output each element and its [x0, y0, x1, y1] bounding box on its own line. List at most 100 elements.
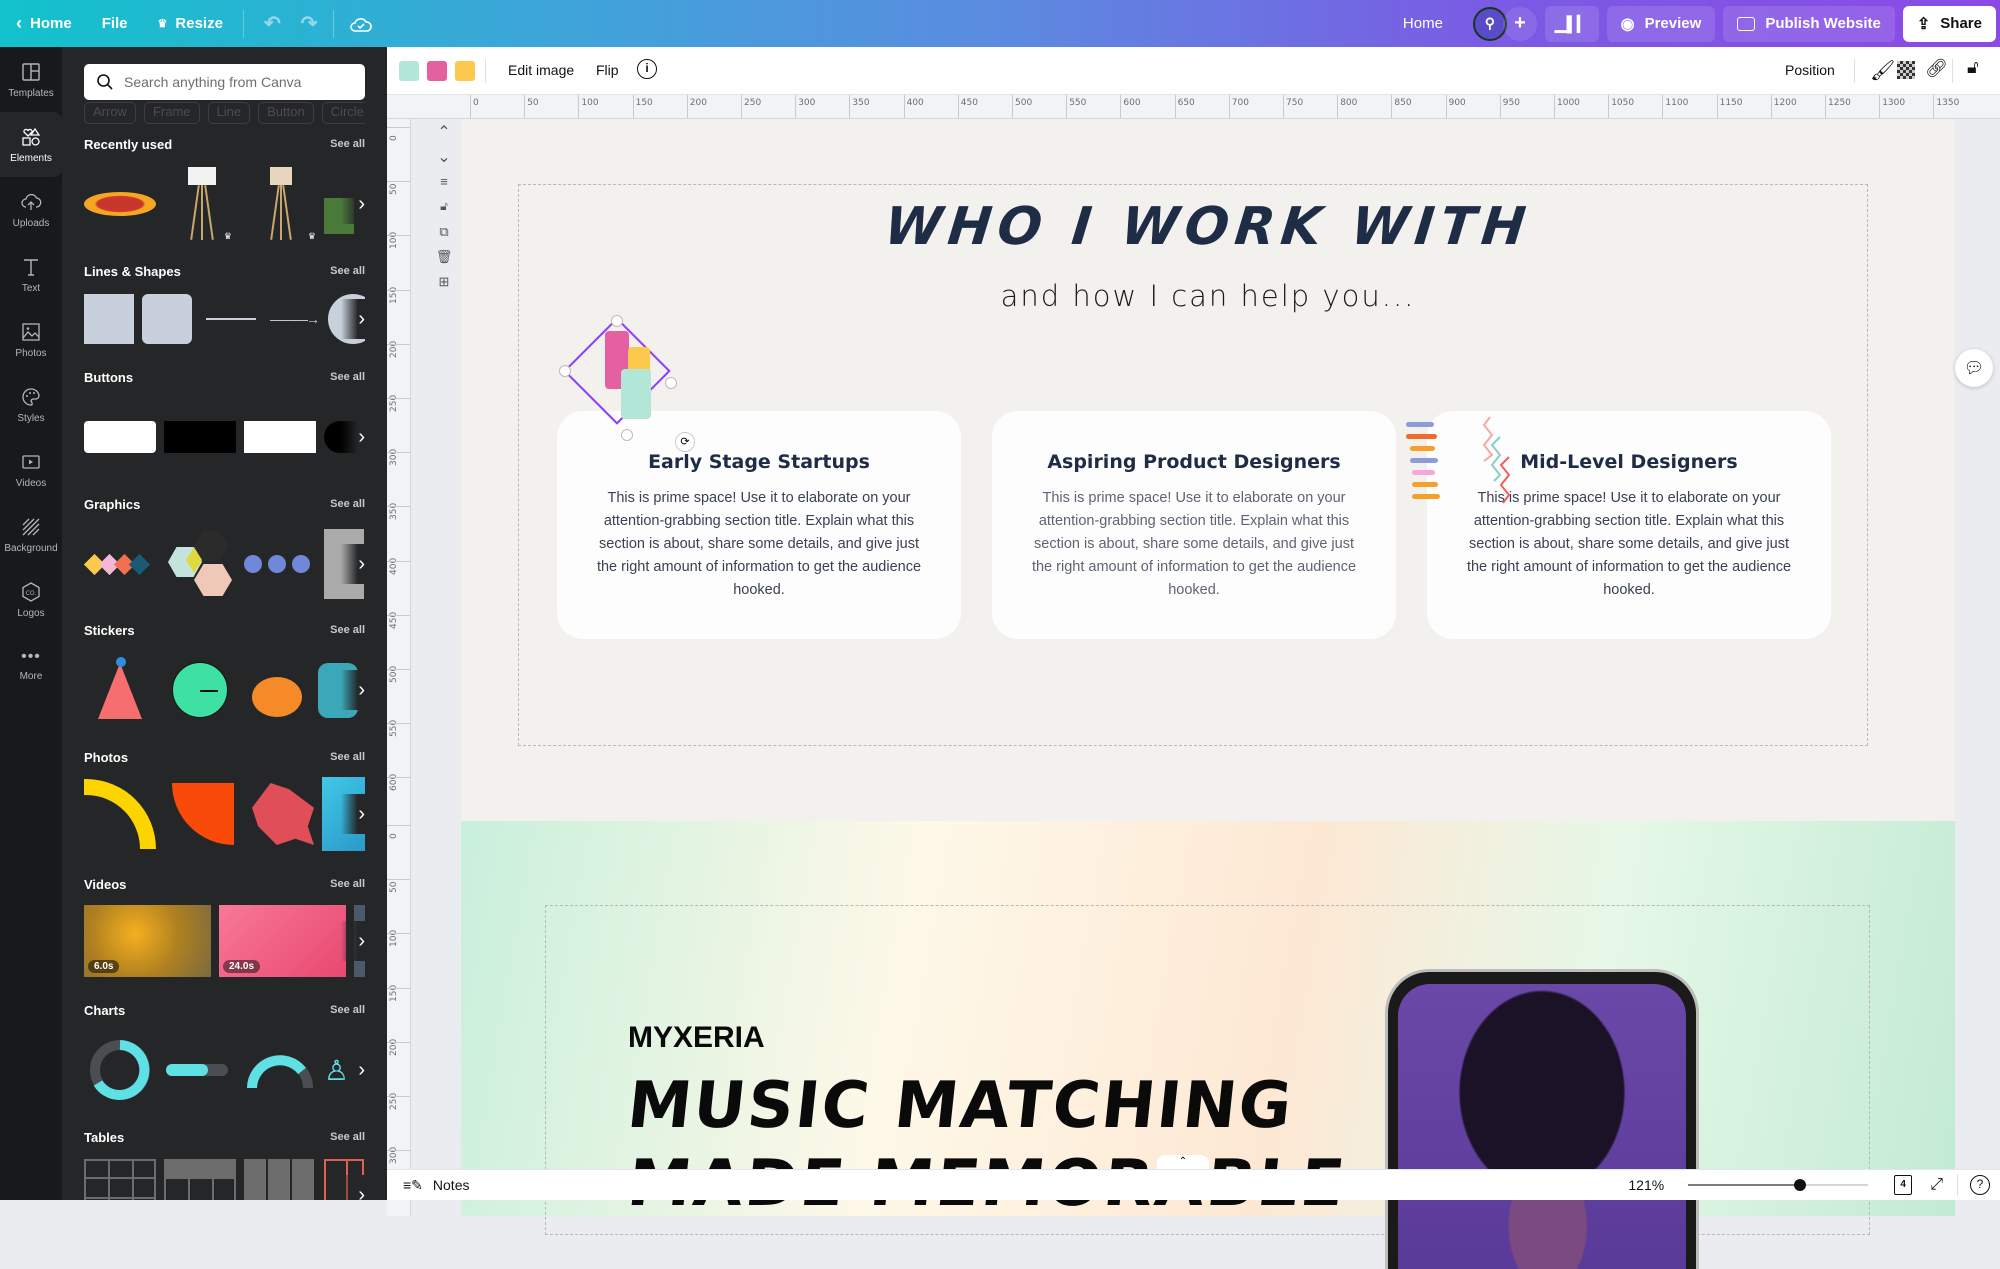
link-icon[interactable]: 🔗︎ [1925, 58, 1948, 79]
chip[interactable]: Button [258, 102, 314, 124]
add-comment-button[interactable]: 💬︎ [1955, 349, 1993, 387]
line-shape[interactable] [206, 318, 256, 320]
page-myxeria[interactable]: MYXERIA MUSIC MATCHING MADE MEMORABLE [461, 821, 1955, 1269]
resize-button[interactable]: ♛ Resize [158, 15, 223, 32]
see-all-link[interactable]: See all [330, 878, 365, 890]
page-count-button[interactable]: 4 [1894, 1175, 1913, 1195]
scroll-right-button[interactable]: › [341, 299, 365, 339]
see-all-link[interactable]: See all [330, 371, 365, 383]
redo-button[interactable]: ↷ [301, 11, 318, 36]
color-swatch[interactable] [455, 61, 475, 81]
scroll-right-button[interactable]: › [341, 670, 365, 710]
floor-lamp-thumbnail[interactable]: ♛ [244, 166, 316, 242]
fullscreen-icon[interactable]: ⤢ [1930, 1176, 1943, 1194]
zoom-slider[interactable] [1688, 1178, 1869, 1192]
add-collaborator-button[interactable]: + [1502, 6, 1537, 41]
video-thumbnail[interactable]: 6.0s [84, 905, 211, 977]
resize-handle[interactable] [665, 377, 677, 389]
chip[interactable]: Arrow [84, 102, 136, 124]
expand-notes-tab[interactable]: ⌃ [1157, 1155, 1209, 1169]
resize-handle[interactable] [611, 315, 623, 327]
hexagons-graphic[interactable] [164, 529, 236, 599]
share-button[interactable]: ⇪ Share [1902, 5, 1996, 42]
see-all-link[interactable]: See all [330, 1131, 365, 1143]
insights-button[interactable]: ▁▌▎ [1544, 5, 1599, 42]
zoom-slider-handle[interactable] [1793, 1179, 1806, 1191]
hero-headline-line1[interactable]: MUSIC MATCHING [624, 1069, 1297, 1143]
video-thumbnail[interactable]: 24.0s [219, 905, 346, 977]
transparency-icon[interactable] [1897, 61, 1915, 79]
delete-page-button[interactable]: 🗑︎ [432, 244, 456, 269]
yellow-arc-photo[interactable] [84, 779, 156, 849]
rail-item-templates[interactable]: Templates [0, 47, 62, 112]
rounded-square-shape[interactable] [142, 294, 192, 344]
rail-item-styles[interactable]: Styles [0, 372, 62, 437]
rail-item-background[interactable]: Background [0, 502, 62, 567]
scroll-right-button[interactable]: › [341, 544, 365, 584]
rail-item-logos[interactable]: CO. Logos [0, 567, 62, 632]
search-input[interactable]: Search anything from Canva [84, 64, 365, 100]
zigzag-graphic[interactable] [1482, 415, 1522, 505]
diamonds-graphic[interactable] [84, 553, 156, 575]
button-template[interactable] [164, 421, 236, 453]
help-icon[interactable]: ? [1970, 1175, 1990, 1195]
phone-mockup[interactable] [1385, 969, 1699, 1269]
rail-item-photos[interactable]: Photos [0, 307, 62, 372]
see-all-link[interactable]: See all [330, 498, 365, 510]
rail-item-videos[interactable]: Videos [0, 437, 62, 502]
chip[interactable]: Circle [321, 102, 365, 124]
home-link[interactable]: Home [1403, 15, 1443, 32]
chip[interactable]: Line [207, 102, 251, 124]
add-page-button[interactable]: ⊞ [432, 269, 456, 294]
scroll-right-button[interactable]: › [341, 921, 365, 961]
service-card[interactable]: Early Stage Startups This is prime space… [557, 411, 961, 639]
arrow-line-shape[interactable]: ———→ [270, 311, 320, 327]
cloud-save-button[interactable] [350, 15, 373, 33]
lock-page-button[interactable]: 🔓︎ [432, 194, 456, 219]
circles-graphic[interactable] [244, 555, 316, 573]
progress-bar-thumbnail[interactable] [164, 1060, 236, 1080]
rug-thumbnail[interactable] [84, 192, 156, 216]
brush-stripes-graphic[interactable] [1406, 422, 1440, 512]
rail-item-elements[interactable]: Elements [0, 112, 62, 177]
button-template[interactable] [244, 421, 316, 453]
gauge-chart-thumbnail[interactable] [244, 1050, 316, 1090]
table-thumbnail[interactable] [164, 1159, 236, 1200]
resize-handle[interactable] [621, 429, 633, 441]
rail-item-more[interactable]: ••• More [0, 632, 62, 697]
see-all-link[interactable]: See all [330, 138, 365, 150]
notes-button[interactable]: ≡✎ Notes [403, 1177, 469, 1194]
info-icon[interactable]: i [637, 59, 657, 79]
home-button[interactable]: ‹ Home [16, 13, 72, 34]
lock-icon[interactable]: 🔓︎ [1967, 57, 1979, 78]
edit-image-button[interactable]: Edit image [508, 62, 574, 78]
page-who-i-work-with[interactable]: WHO I WORK WITH and how I can help you..… [461, 119, 1955, 821]
party-hat-sticker[interactable] [84, 655, 156, 725]
orange-quarter-photo[interactable] [172, 783, 234, 845]
rail-item-uploads[interactable]: Uploads [0, 177, 62, 242]
scroll-right-button[interactable]: › [341, 184, 365, 224]
move-page-down-button[interactable]: ⌄ [432, 144, 456, 169]
rotate-handle[interactable]: ⟳ [675, 432, 695, 452]
page-notes-button[interactable]: ≡ [432, 169, 456, 194]
move-page-up-button[interactable]: ⌃ [432, 119, 456, 144]
floor-lamp-thumbnail[interactable]: ♛ [164, 166, 236, 242]
chip[interactable]: Frame [143, 102, 200, 124]
button-template[interactable] [84, 421, 156, 453]
brand-name[interactable]: MYXERIA [628, 1021, 765, 1055]
scroll-right-button[interactable]: › [341, 417, 365, 457]
color-swatch[interactable] [399, 61, 419, 81]
resize-handle[interactable] [559, 365, 571, 377]
duplicate-page-button[interactable]: ⧉ [432, 219, 456, 244]
flip-button[interactable]: Flip [596, 62, 619, 78]
undo-button[interactable]: ↶ [264, 11, 281, 36]
see-all-link[interactable]: See all [330, 624, 365, 636]
preview-button[interactable]: ◉ Preview [1606, 5, 1716, 42]
see-all-link[interactable]: See all [330, 265, 365, 277]
table-thumbnail[interactable] [244, 1159, 316, 1200]
clock-sticker[interactable] [172, 662, 228, 718]
avatar[interactable]: ⚲ [1472, 6, 1507, 41]
scroll-right-button[interactable]: › [341, 794, 365, 834]
color-swatch[interactable] [427, 61, 447, 81]
red-leaf-photo[interactable] [252, 783, 314, 845]
